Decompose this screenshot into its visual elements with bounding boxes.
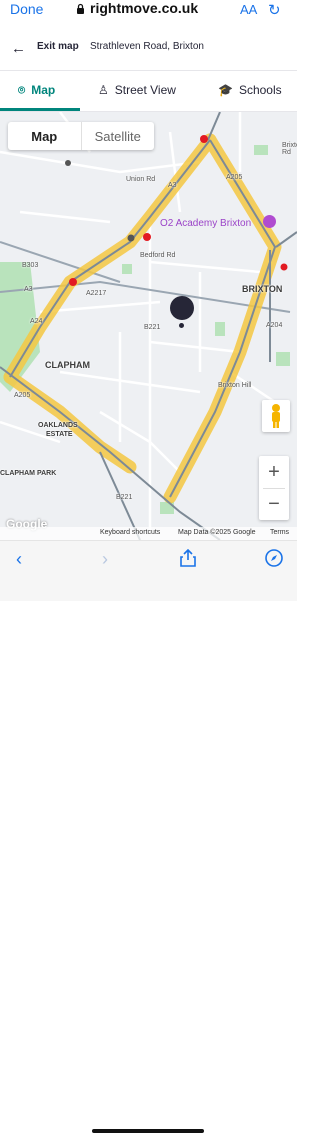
text-size-button[interactable]: AA: [240, 2, 257, 17]
place-label: BRIXTON: [242, 284, 283, 294]
lock-icon: [77, 3, 84, 14]
arrow-left-icon[interactable]: ←: [11, 40, 26, 57]
map-type-satellite-button[interactable]: Satellite: [80, 122, 155, 150]
place-label: CLAPHAM PARK: [0, 470, 57, 477]
road-label: A3: [168, 182, 177, 189]
map-pin-icon: ⌾: [18, 82, 26, 97]
road-label: A3: [24, 286, 33, 293]
music-venue-icon[interactable]: [263, 215, 276, 228]
road-label: A2217: [86, 290, 107, 297]
home-marker-icon[interactable]: [170, 296, 194, 320]
graduation-cap-icon: 🎓: [218, 83, 233, 97]
forward-icon[interactable]: ›: [102, 549, 108, 570]
map-type-toggle: Map Satellite: [8, 122, 154, 150]
road-label: A204: [266, 322, 283, 329]
compass-icon[interactable]: [265, 549, 283, 572]
home-indicator: [92, 1129, 204, 1133]
tab-street-view-label: Street View: [114, 83, 176, 97]
active-tab-indicator: [0, 108, 80, 111]
road-label: B303: [22, 262, 39, 269]
road-label: A205: [14, 392, 31, 399]
zoom-divider: [263, 488, 285, 489]
back-icon[interactable]: ‹: [16, 549, 22, 570]
place-label: ESTATE: [46, 431, 73, 438]
road-label: Union Rd: [126, 176, 156, 183]
zoom-in-button[interactable]: +: [259, 456, 289, 488]
tab-schools[interactable]: 🎓 Schools: [218, 71, 282, 109]
road-label: Brixton Rd: [282, 142, 297, 156]
road-label: Brixton Hill: [218, 382, 252, 389]
road-label: A205: [226, 174, 243, 181]
map-canvas[interactable]: Map Satellite BRIXTON CLAPHAM OAKLANDS E…: [0, 112, 297, 540]
tab-street-view[interactable]: ♙ Street View: [98, 71, 176, 109]
pegman-icon[interactable]: [262, 400, 290, 432]
share-icon[interactable]: [180, 548, 196, 572]
map-attribution: Keyboard shortcuts Map Data ©2025 Google…: [0, 527, 297, 540]
street-view-icon: ♙: [98, 83, 109, 97]
terms-link[interactable]: Terms: [270, 529, 289, 536]
road-label: Bedford Rd: [140, 252, 176, 259]
tab-schools-label: Schools: [238, 83, 282, 97]
property-address: Strathleven Road, Brixton: [90, 41, 204, 52]
view-tabs: ⌾ Map ♙ Street View 🎓 Schools: [0, 71, 297, 112]
map-data-text: Map Data ©2025 Google: [178, 529, 256, 536]
keyboard-shortcuts-link[interactable]: Keyboard shortcuts: [100, 529, 160, 536]
exit-map-button[interactable]: Exit map: [37, 41, 79, 52]
place-label: OAKLANDS: [38, 422, 78, 429]
safari-top-bar: Done rightmove.co.uk AA ↻: [0, 0, 297, 22]
road-label: B221: [116, 494, 133, 501]
tab-map-label: Map: [31, 83, 56, 97]
zoom-control: + −: [259, 456, 289, 520]
map-header: ← Exit map Strathleven Road, Brixton: [0, 22, 297, 71]
road-label: B221: [144, 324, 161, 331]
home-marker-dot: [179, 323, 184, 328]
reload-icon[interactable]: ↻: [268, 1, 281, 19]
o2-academy-label: O2 Academy Brixton: [160, 218, 252, 229]
place-label: CLAPHAM: [45, 360, 90, 370]
road-label: A24: [30, 318, 43, 325]
safari-bottom-toolbar: ‹ ›: [0, 540, 297, 1133]
zoom-out-button[interactable]: −: [259, 488, 289, 520]
url-field[interactable]: rightmove.co.uk: [90, 0, 198, 16]
tab-map[interactable]: ⌾ Map: [18, 71, 55, 109]
done-button[interactable]: Done: [10, 1, 43, 17]
map-type-map-button[interactable]: Map: [8, 122, 81, 150]
